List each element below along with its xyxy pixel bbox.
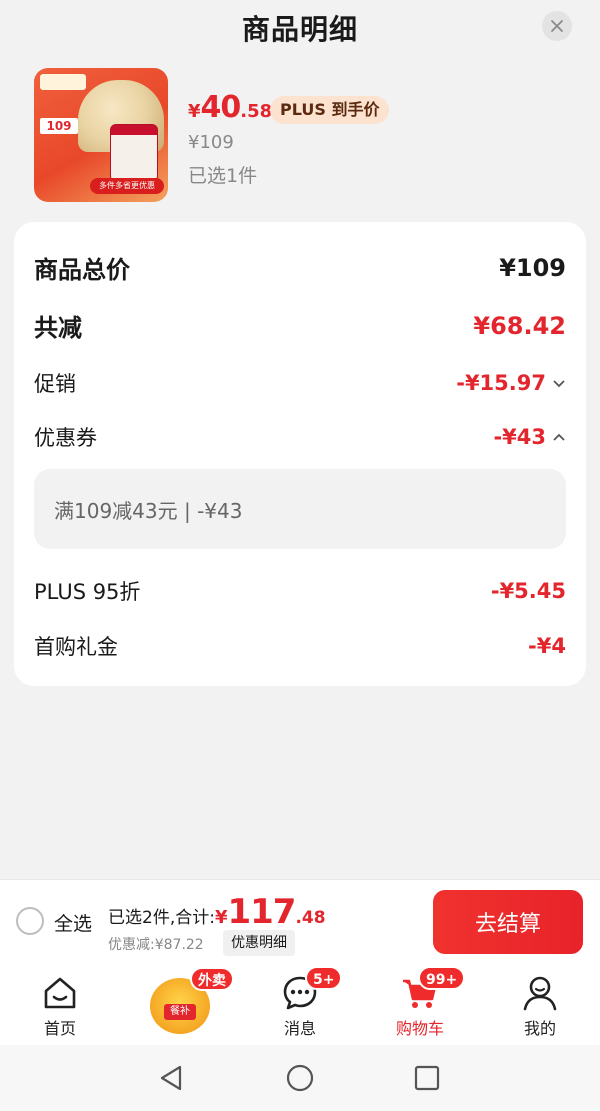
close-icon xyxy=(551,20,563,32)
plus-discount-value: -¥5.45 xyxy=(490,579,566,603)
price-symbol: ¥ xyxy=(188,101,201,122)
price-decimal: .58 xyxy=(240,101,273,122)
total-price-label: 商品总价 xyxy=(34,256,130,284)
select-all-label[interactable]: 全选 xyxy=(54,909,92,936)
total-reduction-label: 共减 xyxy=(34,314,82,342)
tab-home-label: 首页 xyxy=(43,1019,76,1038)
tab-profile[interactable]: 我的 xyxy=(480,963,600,1045)
total-symbol: ¥ xyxy=(214,907,228,928)
thumbnail-price: 109 xyxy=(40,118,78,134)
thumbnail-brand-tag xyxy=(40,74,86,90)
meal-subsidy-label: 餐补 xyxy=(164,1004,196,1020)
chevron-up-icon xyxy=(553,433,565,441)
total-reduction-row: 共减 ¥68.42 xyxy=(34,308,566,343)
checkout-button-label: 去结算 xyxy=(474,912,541,937)
total-price-value: ¥109 xyxy=(499,253,566,282)
close-button[interactable] xyxy=(542,11,572,41)
first-purchase-label: 首购礼金 xyxy=(34,635,118,659)
original-price: ¥109 xyxy=(188,132,234,153)
thumbnail-jar xyxy=(110,124,158,182)
checkout-button[interactable]: 去结算 xyxy=(433,890,583,954)
price-integer: 40 xyxy=(200,90,242,125)
header: 商品明细 xyxy=(0,0,600,56)
coupon-detail-box: 满109减43元 | -¥43 xyxy=(34,469,566,549)
home-icon xyxy=(44,977,76,1009)
total-prefix: 已选2件,合计: xyxy=(108,908,215,928)
plus-discount-row: PLUS 95折 -¥5.45 xyxy=(34,576,566,606)
promo-row[interactable]: 促销 -¥15.97 xyxy=(34,368,566,398)
tab-home[interactable]: 首页 xyxy=(0,963,120,1045)
recents-icon[interactable] xyxy=(412,1063,442,1093)
coupon-value: -¥43 xyxy=(493,425,546,449)
total-reduction-value: ¥68.42 xyxy=(473,311,566,340)
discount-detail-button[interactable]: 优惠明细 xyxy=(223,930,295,956)
total-line: 已选2件,合计: ¥ 117 .48 xyxy=(108,892,326,932)
promo-value-wrap: -¥15.97 xyxy=(456,371,566,395)
product-summary: 109 多件多省更优惠 ¥40.58 PLUS 到手价 ¥109 已选1件 xyxy=(34,68,574,202)
selected-count: 已选1件 xyxy=(188,165,258,187)
messages-badge: 5+ xyxy=(305,966,343,990)
product-price: ¥40.58 xyxy=(188,90,272,125)
tab-messages[interactable]: 消息 xyxy=(240,963,360,1045)
takeout-badge: 外卖 xyxy=(190,967,234,991)
bottom-tab-bar: 首页 消息 购物车 我的 xyxy=(0,963,600,1045)
cart-badge: 99+ xyxy=(418,966,466,990)
coupon-detail-text: 满109减43元 | -¥43 xyxy=(54,498,243,523)
promo-value: -¥15.97 xyxy=(456,371,546,395)
total-decimal: .48 xyxy=(295,908,326,928)
page-title: 商品明细 xyxy=(241,13,358,46)
product-thumbnail[interactable]: 109 多件多省更优惠 xyxy=(34,68,168,202)
chevron-down-icon xyxy=(553,380,565,388)
coupon-value-wrap: -¥43 xyxy=(493,425,566,449)
first-purchase-value: -¥4 xyxy=(528,634,566,658)
select-all-checkbox[interactable] xyxy=(16,907,44,935)
tab-profile-label: 我的 xyxy=(523,1019,556,1038)
home-circle-icon[interactable] xyxy=(285,1063,315,1093)
total-price-row: 商品总价 ¥109 xyxy=(34,250,566,285)
price-breakdown-card: 商品总价 ¥109 共减 ¥68.42 促销 -¥15.97 优惠券 -¥43 … xyxy=(14,222,586,686)
promo-label: 促销 xyxy=(34,372,76,396)
system-nav-bar xyxy=(0,1045,600,1111)
total-integer: 117 xyxy=(227,892,296,932)
checkout-bar: 全选 已选2件,合计: ¥ 117 .48 优惠减:¥87.22 优惠明细 去结… xyxy=(0,879,600,963)
coupon-label: 优惠券 xyxy=(34,426,97,450)
plus-price-tag: PLUS 到手价 xyxy=(270,96,390,124)
profile-icon xyxy=(523,976,557,1011)
coupon-row[interactable]: 优惠券 -¥43 xyxy=(34,422,566,452)
thumbnail-banner: 多件多省更优惠 xyxy=(90,178,164,194)
tab-cart-label: 购物车 xyxy=(395,1019,444,1038)
plus-discount-label: PLUS 95折 xyxy=(34,580,141,604)
back-icon[interactable] xyxy=(156,1063,186,1093)
first-purchase-row: 首购礼金 -¥4 xyxy=(34,631,566,661)
tab-messages-label: 消息 xyxy=(283,1019,316,1038)
discount-amount: 优惠减:¥87.22 xyxy=(108,937,204,953)
